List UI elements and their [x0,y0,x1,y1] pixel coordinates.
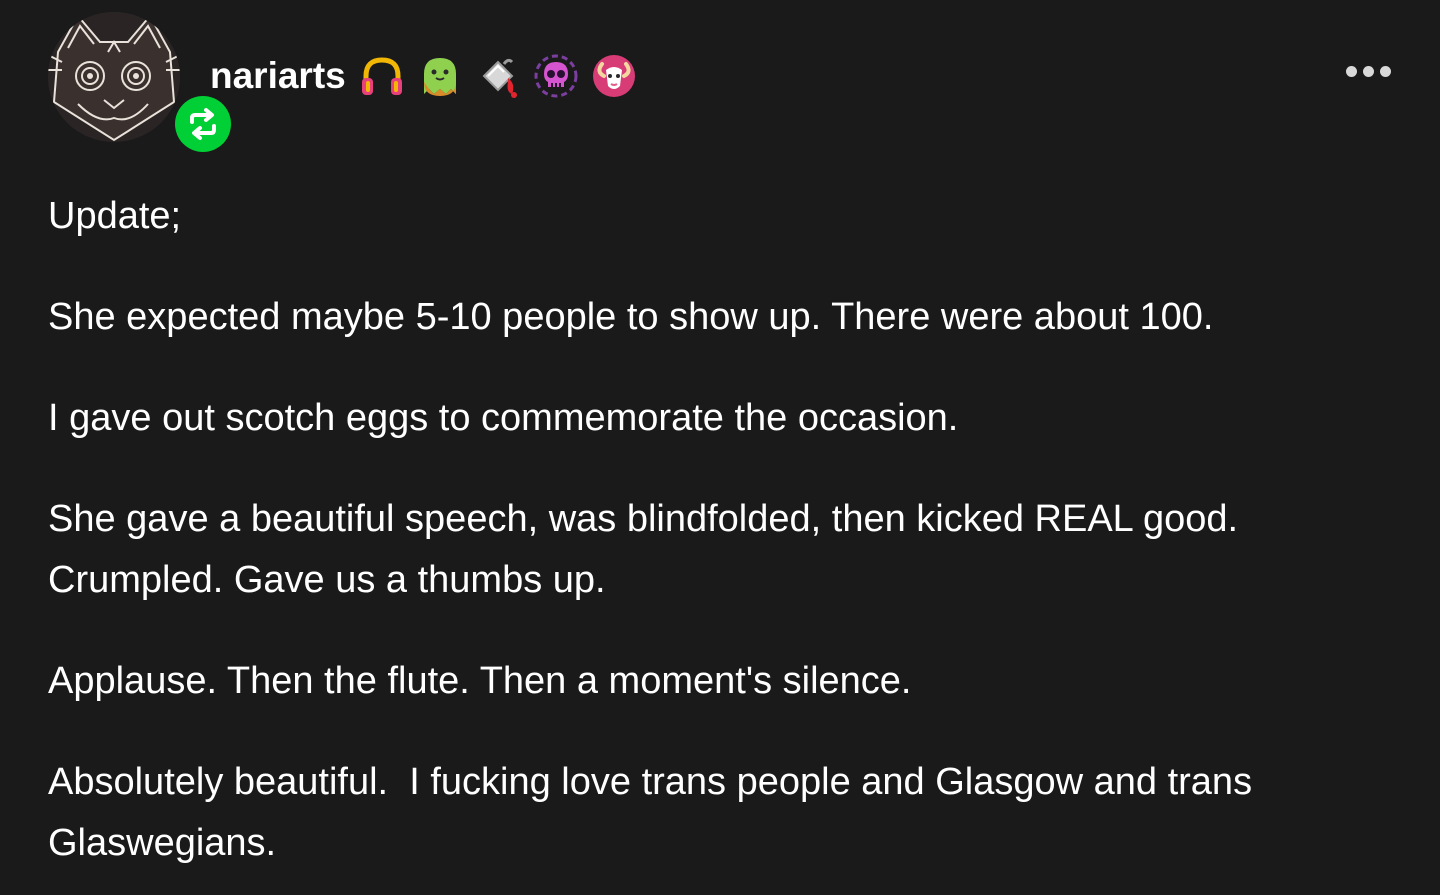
post-paragraph: Absolutely beautiful. I fucking love tra… [48,761,1263,864]
post-paragraph: Update; [48,195,182,237]
post-paragraph: Applause. Then the flute. Then a moment'… [48,660,912,702]
post-paragraph: She gave a beautiful speech, was blindfo… [48,498,1249,601]
reblog-arrows-icon [190,108,216,140]
blog-badges [356,50,640,102]
post-body: Update; She expected maybe 5-10 people t… [48,186,1388,895]
post-paragraph: She expected maybe 5-10 people to show u… [48,296,1214,338]
post-header [48,12,234,155]
avatar-container[interactable] [48,12,234,155]
more-dot-icon [1345,65,1357,77]
more-dot-icon [1362,65,1374,77]
paint-bucket-icon[interactable] [472,50,524,102]
reblogged-post: nariarts Update; She expected maybe 5-10… [0,0,1440,895]
blog-name-row: nariarts [210,44,640,108]
skull-icon[interactable] [530,50,582,102]
blog-name-link[interactable]: nariarts [210,55,346,97]
more-dot-icon [1379,65,1391,77]
headphones-icon[interactable] [356,50,408,102]
more-options-button[interactable] [1336,56,1400,86]
cat-avatar-image [48,12,180,142]
ghost-icon[interactable] [414,50,466,102]
avatar[interactable] [48,12,180,142]
post-paragraph: I gave out scotch eggs to commemorate th… [48,397,959,439]
goat-icon[interactable] [588,50,640,102]
